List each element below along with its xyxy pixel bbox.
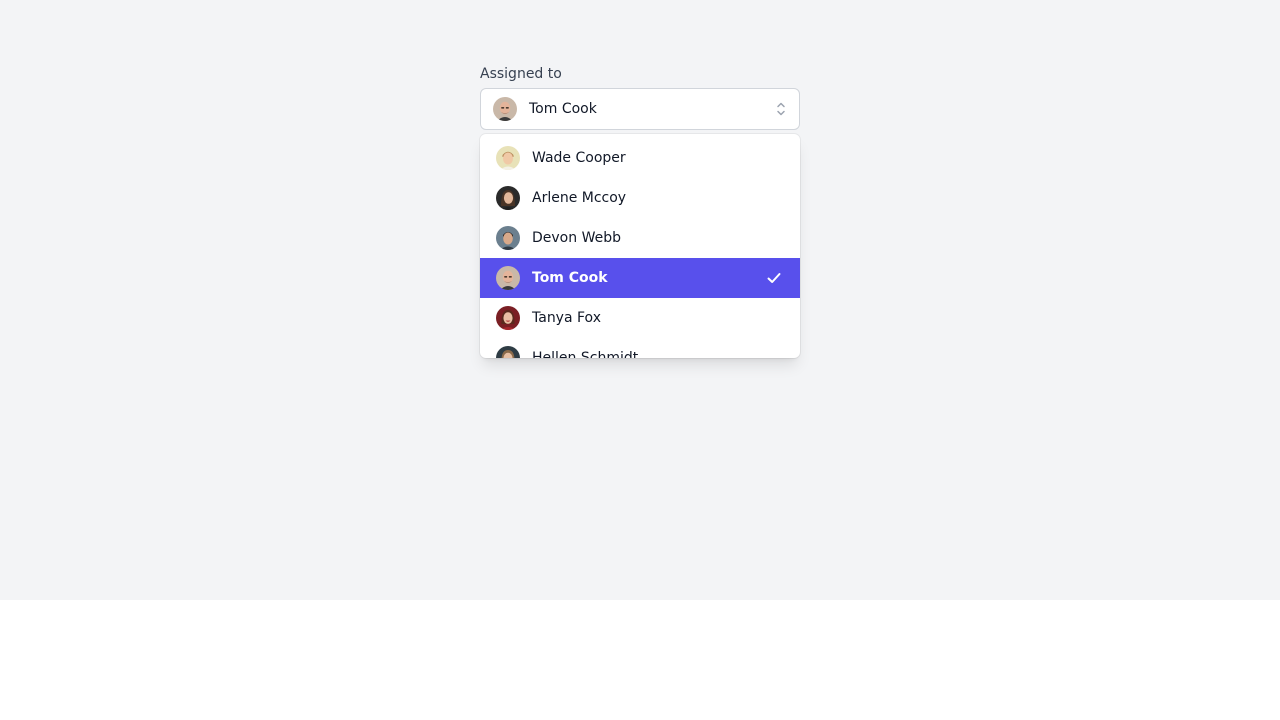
- field-label: Assigned to: [480, 66, 562, 82]
- option-label: Tanya Fox: [532, 310, 601, 326]
- option-tom-cook[interactable]: Tom Cook: [480, 258, 800, 298]
- option-label: Tom Cook: [532, 270, 608, 286]
- option-hellen-schmidt[interactable]: Hellen Schmidt: [480, 338, 800, 358]
- avatar: [496, 266, 520, 290]
- option-arlene-mccoy[interactable]: Arlene Mccoy: [480, 178, 800, 218]
- option-label: Devon Webb: [532, 230, 621, 246]
- avatar: [496, 146, 520, 170]
- option-wade-cooper[interactable]: Wade Cooper: [480, 138, 800, 178]
- option-tanya-fox[interactable]: Tanya Fox: [480, 298, 800, 338]
- option-label: Hellen Schmidt: [532, 350, 639, 358]
- option-label: Wade Cooper: [532, 150, 626, 166]
- assignee-listbox[interactable]: Wade Cooper Arlene Mccoy Devon Webb Tom …: [480, 134, 800, 358]
- avatar: [496, 186, 520, 210]
- assignee-field: Assigned to Tom Cook: [480, 64, 800, 130]
- option-label: Arlene Mccoy: [532, 190, 627, 206]
- avatar: [493, 97, 517, 121]
- selected-value: Tom Cook: [529, 101, 597, 117]
- chevron-up-down-icon: [777, 102, 785, 116]
- check-icon: [767, 273, 781, 283]
- option-devon-webb[interactable]: Devon Webb: [480, 218, 800, 258]
- avatar: [496, 226, 520, 250]
- avatar: [496, 306, 520, 330]
- assignee-select-button[interactable]: Tom Cook: [480, 88, 800, 130]
- avatar: [496, 346, 520, 358]
